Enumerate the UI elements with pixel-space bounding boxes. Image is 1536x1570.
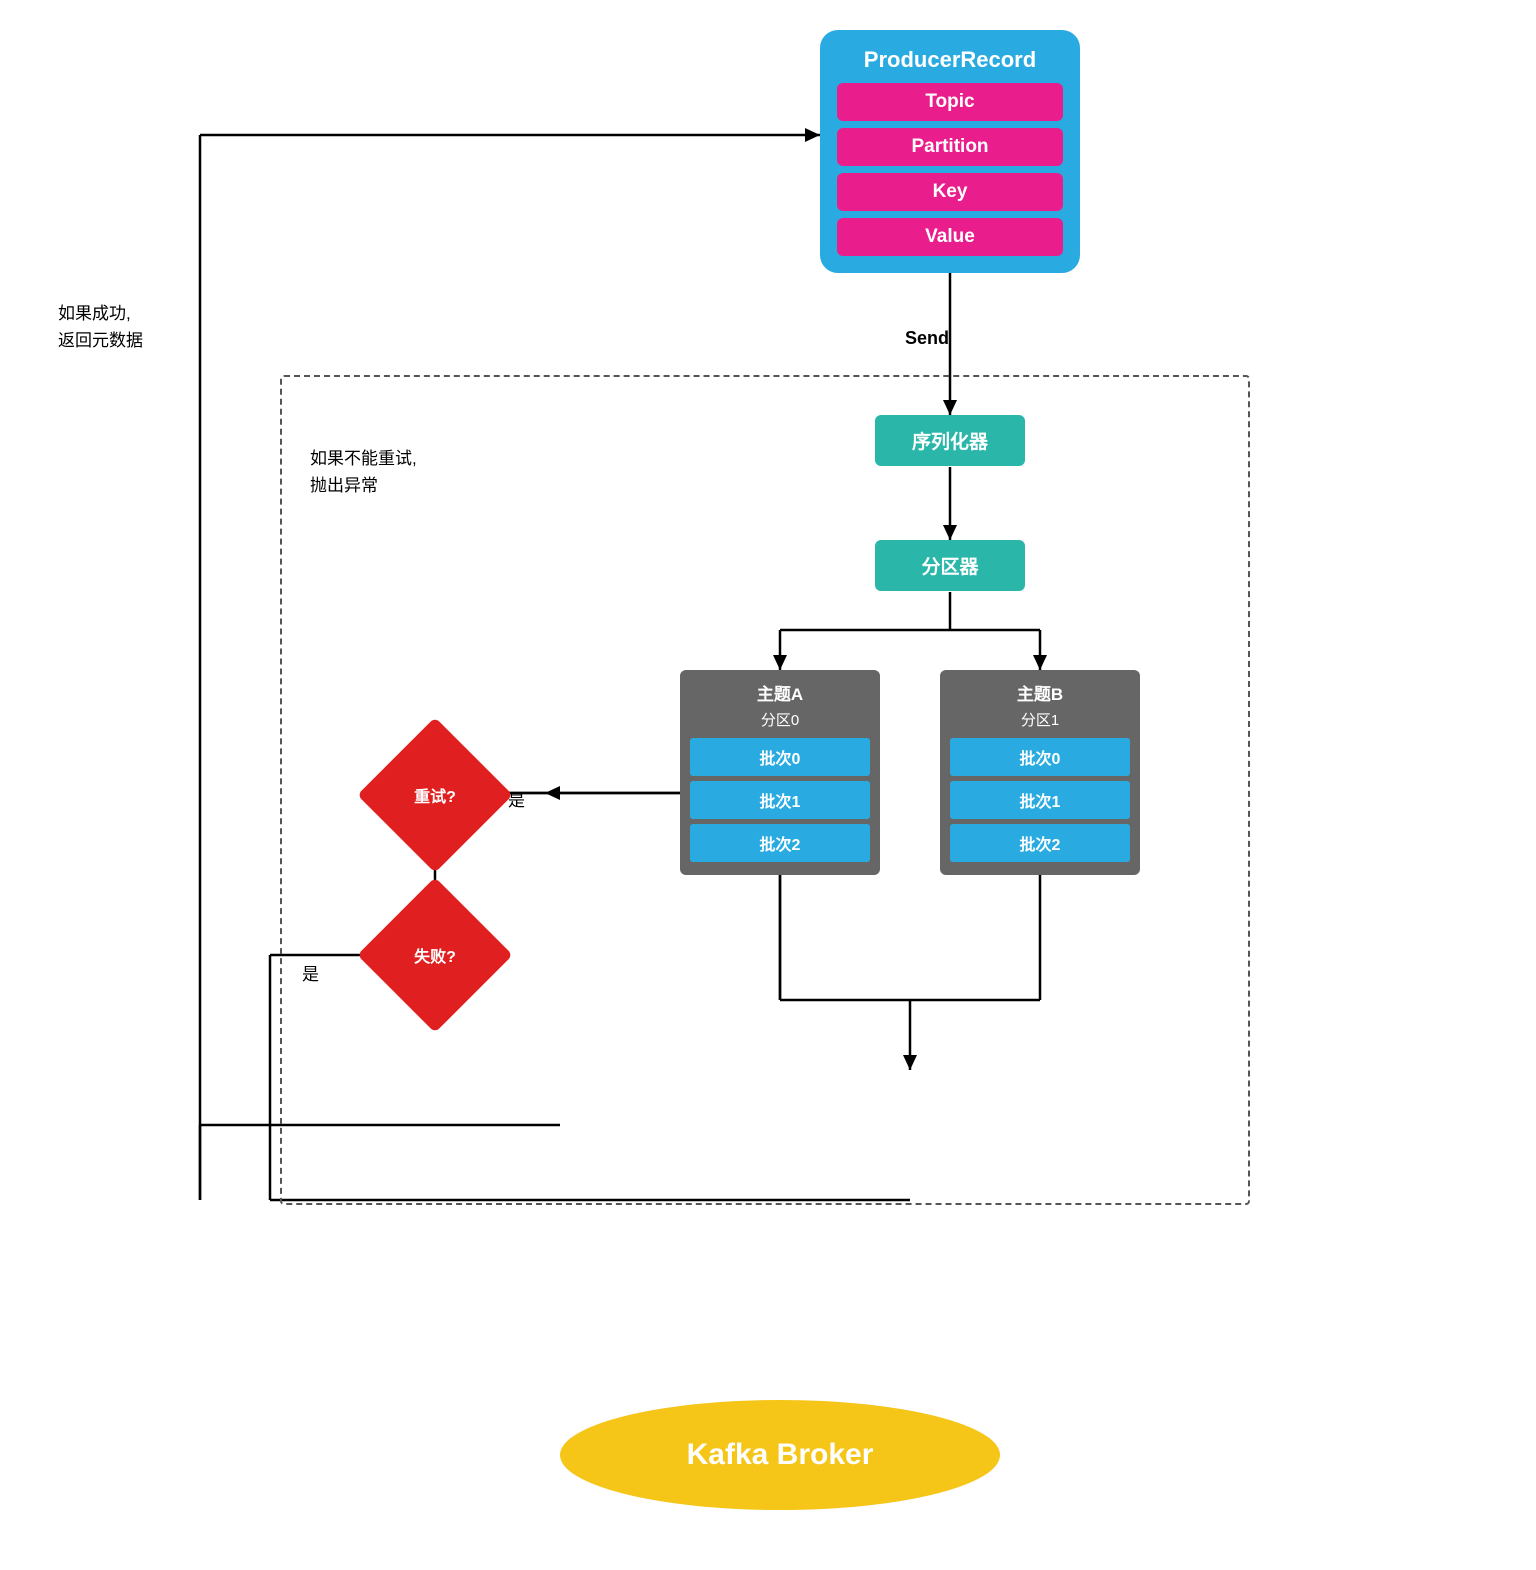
producer-record-title: ProducerRecord	[837, 47, 1063, 73]
producer-record-box: ProducerRecord Topic Partition Key Value	[820, 30, 1080, 273]
retry-error-label: 如果不能重试, 抛出异常	[310, 445, 417, 499]
retry-diamond: 重试?	[380, 740, 490, 850]
topic-a-sub: 分区0	[680, 707, 880, 738]
field-partition: Partition	[837, 128, 1063, 166]
success-label: 如果成功, 返回元数据	[58, 300, 143, 354]
field-value: Value	[837, 218, 1063, 256]
send-label: Send	[905, 328, 949, 349]
topic-b-batch-1: 批次1	[950, 781, 1130, 819]
kafka-broker-ellipse: Kafka Broker	[560, 1400, 1000, 1510]
topic-a-batch-1: 批次1	[690, 781, 870, 819]
field-key: Key	[837, 173, 1063, 211]
topic-b-box: 主题B 分区1 批次0 批次1 批次2	[940, 670, 1140, 875]
topic-a-header: 主题A	[680, 670, 880, 707]
partitioner-box: 分区器	[875, 540, 1025, 591]
topic-b-header: 主题B	[940, 670, 1140, 707]
topic-a-box: 主题A 分区0 批次0 批次1 批次2	[680, 670, 880, 875]
field-topic: Topic	[837, 83, 1063, 121]
diagram: 如果成功, 返回元数据 ProducerRecord Topic Partiti…	[0, 0, 1536, 1570]
kafka-broker-label: Kafka Broker	[687, 1438, 874, 1472]
topic-a-batch-0: 批次0	[690, 738, 870, 776]
fail-diamond: 失败?	[380, 900, 490, 1010]
topic-b-batch-0: 批次0	[950, 738, 1130, 776]
serializer-box: 序列化器	[875, 415, 1025, 466]
yes-retry-label: 是	[508, 786, 525, 811]
topic-b-sub: 分区1	[940, 707, 1140, 738]
topic-a-batch-2: 批次2	[690, 824, 870, 862]
yes-fail-label: 是	[302, 960, 319, 985]
topic-b-batch-2: 批次2	[950, 824, 1130, 862]
